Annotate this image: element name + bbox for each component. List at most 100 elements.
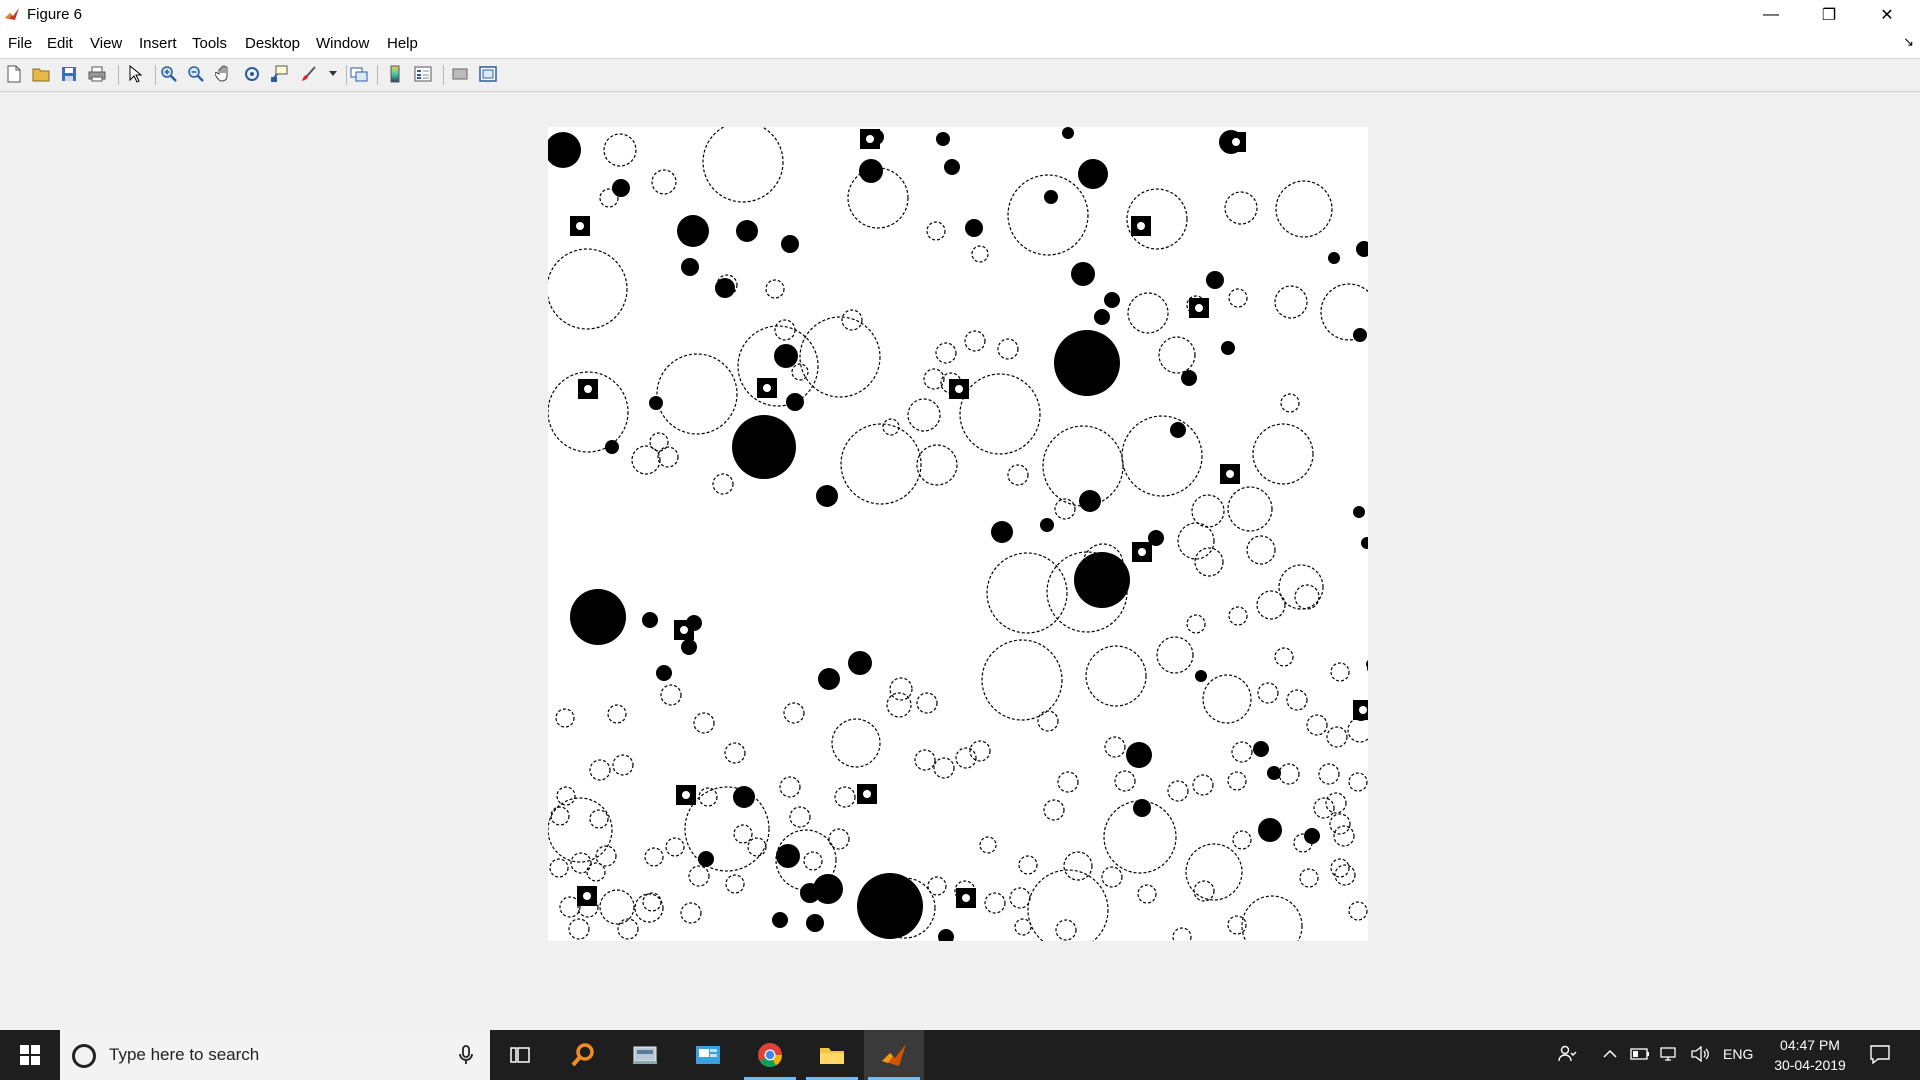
menu-edit[interactable]: Edit: [47, 35, 73, 52]
windows-logo-icon: [20, 1045, 40, 1065]
toolbar-separator: [155, 65, 156, 85]
ring-outline: [1085, 645, 1147, 707]
insert-legend-icon[interactable]: [412, 63, 434, 85]
square-marker-hole: [955, 385, 963, 393]
ring-outline: [684, 786, 770, 872]
menu-help[interactable]: Help: [387, 35, 418, 52]
ring-outline: [568, 918, 590, 940]
ring-outline: [1313, 797, 1335, 819]
edit-plot-arrow-icon[interactable]: [124, 63, 146, 85]
ring-outline: [1137, 884, 1157, 904]
zoom-in-icon[interactable]: [158, 63, 180, 85]
ring-outline: [889, 677, 913, 701]
filled-blob: [656, 665, 672, 681]
ring-outline: [1227, 486, 1273, 532]
brush-dropdown-icon[interactable]: [322, 63, 344, 85]
ring-outline: [1043, 799, 1065, 821]
new-figure-icon[interactable]: [3, 63, 25, 85]
ring-outline: [688, 865, 710, 887]
filled-blob: [732, 415, 796, 479]
zoom-out-icon[interactable]: [185, 63, 207, 85]
filled-blob: [965, 219, 983, 237]
rotate-3d-icon[interactable]: [241, 63, 263, 85]
scanner-icon[interactable]: [615, 1030, 675, 1080]
file-explorer-icon[interactable]: [802, 1030, 862, 1080]
data-cursor-icon[interactable]: [268, 63, 290, 85]
close-button[interactable]: ✕: [1858, 0, 1916, 30]
square-marker-hole: [584, 385, 592, 393]
ring-outline: [665, 837, 685, 857]
ring-outline: [612, 754, 634, 776]
people-icon[interactable]: [1556, 1043, 1578, 1065]
filled-blob: [612, 179, 630, 197]
microphone-icon[interactable]: [454, 1043, 478, 1067]
input-language-indicator[interactable]: ENG: [1723, 1046, 1753, 1062]
ring-outline: [914, 749, 936, 771]
ring-outline: [1330, 858, 1350, 878]
ring-outline: [1177, 522, 1215, 560]
ring-outline: [1299, 868, 1319, 888]
filled-blob: [681, 639, 697, 655]
battery-icon[interactable]: [1629, 1043, 1651, 1065]
save-icon[interactable]: [58, 63, 80, 85]
chrome-icon[interactable]: [740, 1030, 800, 1080]
menu-file[interactable]: File: [8, 35, 32, 52]
dock-arrow-icon[interactable]: ↘: [1903, 34, 1914, 50]
toolbar-separator: [443, 65, 444, 85]
maximize-button[interactable]: ❐: [1800, 0, 1858, 30]
ring-outline: [1224, 191, 1258, 225]
ring-outline: [882, 418, 900, 436]
start-button[interactable]: [0, 1030, 60, 1080]
filled-blob: [857, 873, 923, 939]
pan-hand-icon[interactable]: [213, 63, 235, 85]
filled-blob: [733, 786, 755, 808]
network-icon[interactable]: [1658, 1043, 1680, 1065]
taskbar-clock[interactable]: 04:47 PM 30-04-2019: [1760, 1035, 1860, 1075]
task-view-icon[interactable]: [490, 1030, 550, 1080]
ring-outline: [603, 133, 637, 167]
square-marker-hole: [866, 135, 874, 143]
filled-blob: [1062, 127, 1074, 139]
search-app-icon[interactable]: [553, 1030, 613, 1080]
ring-outline: [1018, 855, 1038, 875]
open-file-icon[interactable]: [30, 63, 52, 85]
outlook-icon[interactable]: [678, 1030, 738, 1080]
ring-outline: [631, 445, 661, 475]
ring-outline: [926, 221, 946, 241]
matlab-taskbar-icon[interactable]: [864, 1030, 924, 1080]
menu-window[interactable]: Window: [316, 35, 369, 52]
action-center-icon[interactable]: [1869, 1043, 1891, 1065]
menu-insert[interactable]: Insert: [139, 35, 177, 52]
ring-outline: [1246, 535, 1276, 565]
ring-outline: [1194, 547, 1224, 577]
menu-tools[interactable]: Tools: [192, 35, 227, 52]
insert-colorbar-icon[interactable]: [384, 63, 406, 85]
ring-outline: [979, 836, 997, 854]
square-marker-hole: [576, 222, 584, 230]
binary-image[interactable]: [545, 121, 1379, 957]
ring-outline: [747, 837, 767, 857]
square-marker-hole: [583, 892, 591, 900]
square-marker-hole: [1226, 470, 1234, 478]
ring-outline: [1274, 647, 1294, 667]
print-icon[interactable]: [86, 63, 108, 85]
show-hidden-icons-chevron-icon[interactable]: [1599, 1043, 1621, 1065]
link-plot-icon[interactable]: [348, 63, 370, 85]
brush-icon[interactable]: [298, 63, 320, 85]
square-marker-hole: [1137, 222, 1145, 230]
show-plot-tools-icon[interactable]: [477, 63, 499, 85]
ring-outline: [698, 787, 718, 807]
menu-view[interactable]: View: [90, 35, 122, 52]
volume-icon[interactable]: [1689, 1043, 1711, 1065]
minimize-button[interactable]: —: [1742, 0, 1800, 30]
ring-outline: [955, 747, 977, 769]
filled-blob: [1304, 828, 1320, 844]
hide-plot-tools-icon[interactable]: [449, 63, 471, 85]
filled-blob: [1054, 330, 1120, 396]
filled-blob: [1221, 341, 1235, 355]
taskbar-search-box[interactable]: Type here to search: [60, 1030, 490, 1080]
ring-outline: [1156, 636, 1194, 674]
filled-blob: [1353, 506, 1365, 518]
menu-desktop[interactable]: Desktop: [245, 35, 300, 52]
toolbar-separator: [346, 65, 347, 85]
